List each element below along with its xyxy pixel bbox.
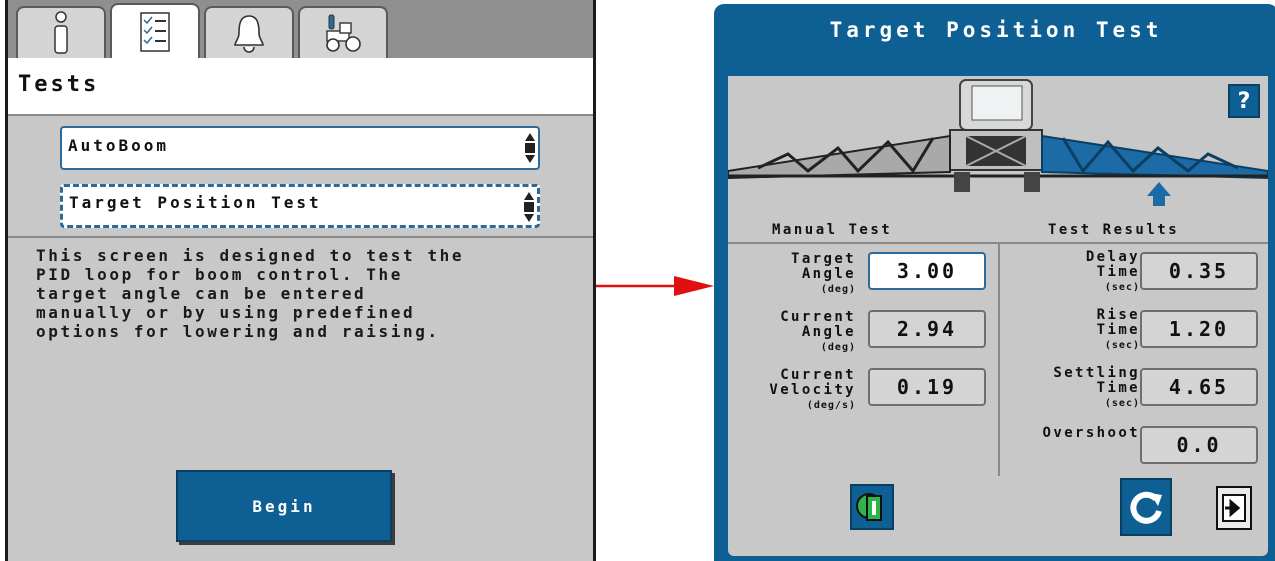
sprayer-boom-diagram xyxy=(728,79,1268,206)
target-angle-input[interactable]: 3.00 xyxy=(868,252,986,290)
current-angle-value: 2.94 xyxy=(868,310,986,348)
tab-alarms[interactable] xyxy=(204,6,294,58)
tractor-tools-icon xyxy=(326,14,361,52)
delay-time-label: Delay Time (sec) xyxy=(1085,249,1140,294)
manual-mode-icon xyxy=(856,493,882,521)
begin-button[interactable]: Begin xyxy=(176,470,392,542)
exit-icon xyxy=(1222,494,1246,522)
target-position-test-screen: Target Position Test ? Manual Test Test xyxy=(714,4,1275,561)
restart-button[interactable] xyxy=(1120,478,1172,536)
current-velocity-value: 0.19 xyxy=(868,368,986,406)
module-select-value: AutoBoom xyxy=(68,136,170,155)
test-results-header: Test Results xyxy=(1048,222,1180,238)
current-velocity-label: Current Velocity (deg/s) xyxy=(769,367,856,412)
restart-icon xyxy=(1130,491,1162,524)
test-select-value: Target Position Test xyxy=(69,193,322,212)
tab-bar xyxy=(8,0,593,59)
checklist-icon xyxy=(140,12,170,52)
overshoot-label: Overshoot xyxy=(1042,425,1140,441)
exit-button[interactable] xyxy=(1216,486,1252,530)
tab-machine[interactable] xyxy=(298,6,388,58)
spinner-arrows-icon xyxy=(524,192,534,222)
info-icon xyxy=(54,11,68,54)
help-button[interactable]: ? xyxy=(1228,84,1260,118)
tests-screen: Tests AutoBoom Target Position Test This… xyxy=(5,0,596,561)
divider xyxy=(8,236,593,238)
delay-time-value: 0.35 xyxy=(1140,252,1258,290)
settling-time-value: 4.65 xyxy=(1140,368,1258,406)
target-angle-label: Target Angle (deg) xyxy=(791,251,856,296)
test-description: This screen is designed to test the PID … xyxy=(36,246,465,341)
overshoot-value: 0.0 xyxy=(1140,426,1258,464)
screen-title: Target Position Test xyxy=(829,18,1163,42)
spinner-arrows-icon xyxy=(525,133,535,163)
tab-info[interactable] xyxy=(16,6,106,58)
settling-time-label: Settling Time (sec) xyxy=(1053,365,1140,410)
test-panel: ? Manual Test Test Results Target Angle … xyxy=(728,76,1268,556)
tab-tests[interactable] xyxy=(110,3,200,59)
page-title: Tests xyxy=(18,72,100,97)
manual-test-header: Manual Test xyxy=(772,222,893,238)
manual-mode-button[interactable] xyxy=(850,484,894,530)
rise-time-value: 1.20 xyxy=(1140,310,1258,348)
current-angle-label: Current Angle (deg) xyxy=(780,309,856,354)
page-title-bar: Tests xyxy=(8,58,593,116)
rise-time-label: Rise Time (sec) xyxy=(1096,307,1140,352)
test-select[interactable]: Target Position Test xyxy=(60,184,540,228)
alarm-bell-icon xyxy=(234,15,264,53)
right-arrow-icon xyxy=(596,276,714,296)
module-select[interactable]: AutoBoom xyxy=(60,126,540,170)
